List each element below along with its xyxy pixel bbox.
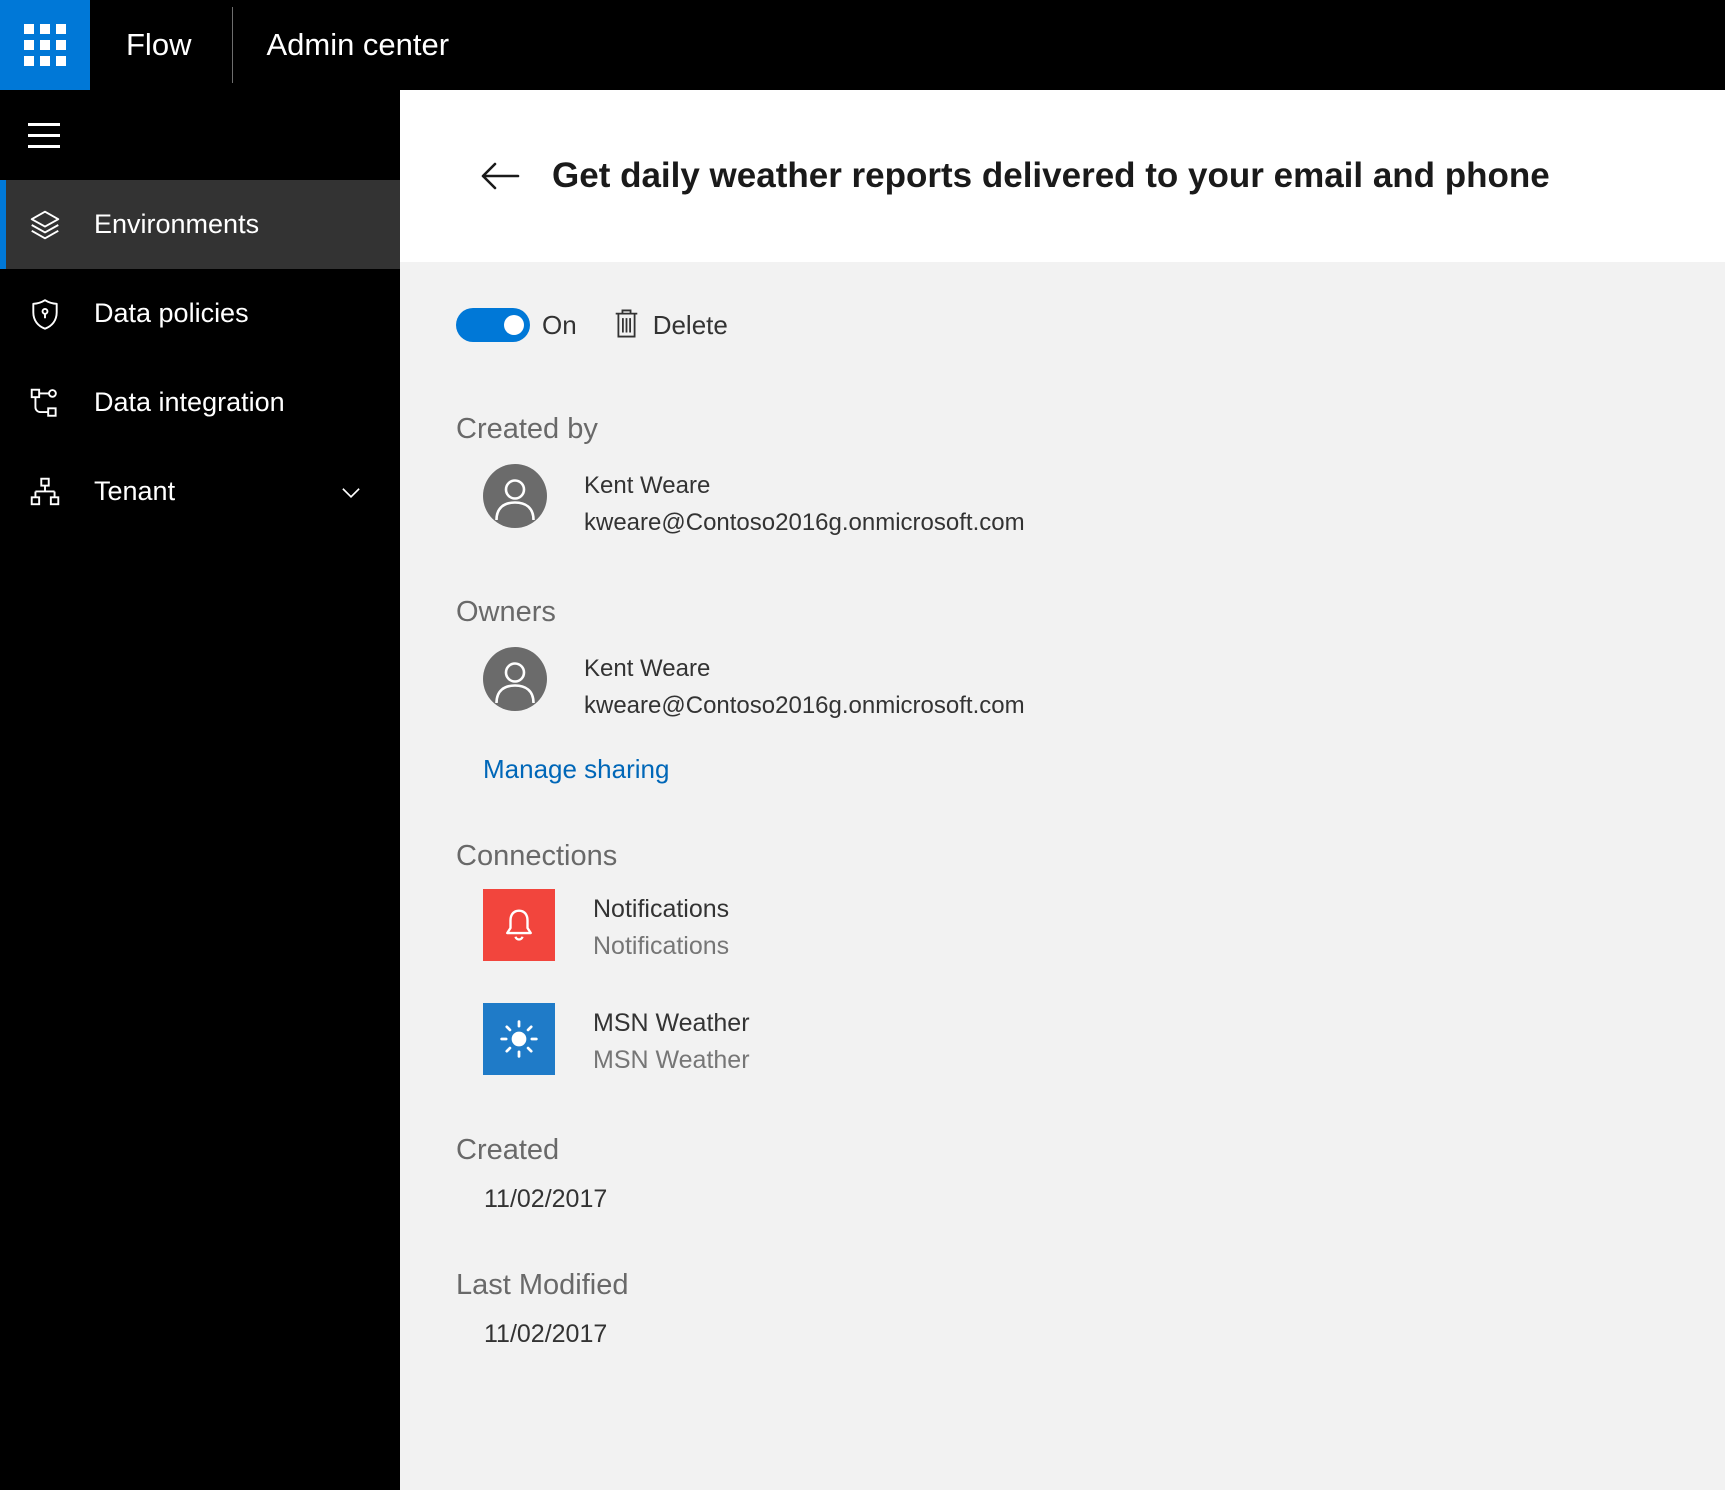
- flow-details-content: On Delete Created by Kent Weare kweare@C…: [400, 262, 1725, 1490]
- page-header: Get daily weather reports delivered to y…: [400, 90, 1725, 262]
- layers-icon: [28, 208, 62, 242]
- sidebar-item-label: Environments: [94, 209, 260, 239]
- connections-heading: Connections: [456, 840, 618, 872]
- person-email: kweare@Contoso2016g.onmicrosoft.com: [584, 692, 1025, 719]
- topbar-admin-center-label[interactable]: Admin center: [266, 27, 449, 63]
- connection-row-msn-weather[interactable]: MSN Weather MSN Weather: [483, 1003, 1685, 1079]
- created-date: 11/02/2017: [484, 1185, 608, 1213]
- sidebar-item-tenant[interactable]: Tenant: [0, 447, 400, 536]
- waffle-icon: [24, 24, 66, 66]
- toggle-knob: [504, 315, 524, 335]
- connection-service: Notifications: [593, 932, 730, 960]
- person-meta: Kent Weare kweare@Contoso2016g.onmicroso…: [584, 647, 1025, 724]
- flow-admin-center-page: Flow Admin center Environments Data poli…: [0, 0, 1725, 1490]
- back-button[interactable]: [478, 158, 522, 194]
- sidebar-item-label: Tenant: [94, 476, 176, 506]
- person-name: Kent Weare: [584, 655, 711, 682]
- created-heading: Created: [456, 1134, 560, 1166]
- person-icon: [495, 479, 535, 521]
- connection-meta: MSN Weather MSN Weather: [593, 1003, 750, 1079]
- msn-weather-tile: [483, 1003, 555, 1075]
- back-arrow-icon: [481, 162, 520, 190]
- owners-heading: Owners: [456, 596, 556, 628]
- last-modified-heading: Last Modified: [456, 1269, 629, 1301]
- org-chart-icon: [28, 475, 62, 509]
- delete-button[interactable]: Delete: [613, 308, 728, 342]
- connection-meta: Notifications Notifications: [593, 889, 729, 965]
- sidebar-item-label: Data integration: [94, 387, 285, 417]
- flow-enabled-toggle[interactable]: [456, 308, 530, 342]
- sidebar-item-environments[interactable]: Environments: [0, 180, 400, 269]
- manage-sharing-link[interactable]: Manage sharing: [483, 754, 669, 785]
- created-by-heading: Created by: [456, 413, 598, 445]
- integration-icon: [28, 386, 62, 420]
- toggle-state-label: On: [542, 309, 577, 340]
- connection-row-notifications[interactable]: Notifications Notifications: [483, 889, 1685, 965]
- flow-toolbar: On Delete: [456, 308, 1685, 342]
- created-by-person: Kent Weare kweare@Contoso2016g.onmicroso…: [483, 464, 1685, 541]
- sun-icon: [500, 1020, 538, 1058]
- last-modified-date: 11/02/2017: [484, 1320, 608, 1348]
- person-icon: [495, 662, 535, 704]
- sidebar-item-data-policies[interactable]: Data policies: [0, 269, 400, 358]
- page-title: Get daily weather reports delivered to y…: [552, 156, 1550, 195]
- delete-button-label: Delete: [652, 309, 728, 340]
- person-meta: Kent Weare kweare@Contoso2016g.onmicroso…: [584, 464, 1025, 541]
- chevron-down-icon: [338, 479, 364, 505]
- connection-name: MSN Weather: [593, 1009, 750, 1037]
- main-panel: Get daily weather reports delivered to y…: [400, 90, 1725, 1490]
- topbar-divider: [232, 7, 234, 83]
- sidebar-item-label: Data policies: [94, 298, 249, 328]
- hamburger-button[interactable]: [0, 90, 400, 180]
- hamburger-icon: [28, 122, 60, 148]
- avatar: [483, 647, 547, 711]
- sidebar-nav: Environments Data policies Data integrat…: [0, 180, 400, 536]
- person-name: Kent Weare: [584, 472, 711, 499]
- shield-icon: [28, 297, 62, 331]
- topbar-app-name[interactable]: Flow: [126, 27, 191, 63]
- app-launcher-button[interactable]: [0, 0, 90, 90]
- sidebar-item-data-integration[interactable]: Data integration: [0, 358, 400, 447]
- owner-person: Kent Weare kweare@Contoso2016g.onmicroso…: [483, 647, 1685, 724]
- connection-name: Notifications: [593, 895, 730, 923]
- person-email: kweare@Contoso2016g.onmicrosoft.com: [584, 509, 1025, 536]
- connection-service: MSN Weather: [593, 1046, 750, 1074]
- avatar: [483, 464, 547, 528]
- bell-icon: [506, 909, 532, 941]
- notifications-tile: [483, 889, 555, 961]
- topbar: Flow Admin center: [0, 0, 1725, 90]
- trash-icon: [613, 308, 640, 342]
- sidebar: Environments Data policies Data integrat…: [0, 90, 400, 1490]
